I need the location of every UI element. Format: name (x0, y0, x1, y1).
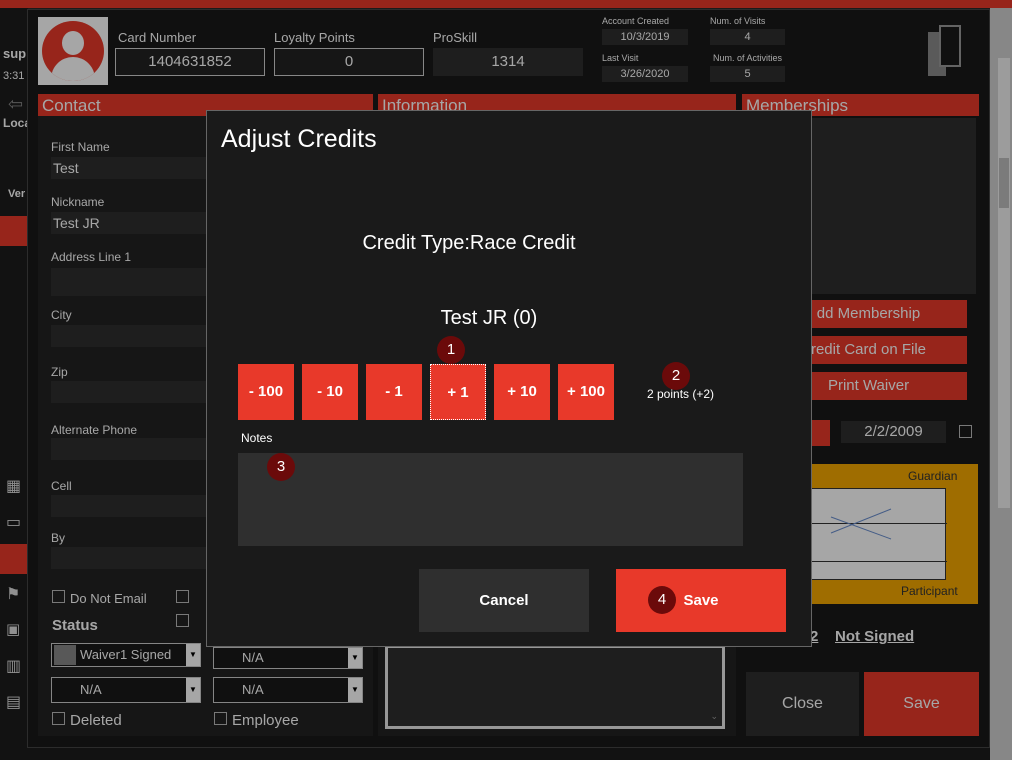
plus-10-button[interactable]: + 10 (494, 364, 550, 420)
annotation-badge-2: 2 (662, 362, 690, 390)
annotation-badge-3: 3 (267, 453, 295, 481)
plus-1-button[interactable]: + 1 (430, 364, 486, 420)
minus-10-button[interactable]: - 10 (302, 364, 358, 420)
credit-type-text: Credit Type:Race Credit (362, 232, 576, 254)
annotation-badge-1: 1 (437, 336, 465, 364)
annotation-badge-4: 4 (648, 586, 676, 614)
save-button[interactable]: Save (616, 569, 786, 632)
dialog-title: Adjust Credits (221, 125, 377, 153)
notes-input[interactable] (238, 453, 743, 546)
cancel-button[interactable]: Cancel (419, 569, 589, 632)
plus-100-button[interactable]: + 100 (558, 364, 614, 420)
minus-100-button[interactable]: - 100 (238, 364, 294, 420)
notes-label: Notes (241, 431, 273, 445)
minus-1-button[interactable]: - 1 (366, 364, 422, 420)
customer-credit-text: Test JR (0) (440, 307, 538, 329)
adjust-credits-dialog: Adjust Credits Credit Type:Race Credit T… (206, 110, 812, 647)
